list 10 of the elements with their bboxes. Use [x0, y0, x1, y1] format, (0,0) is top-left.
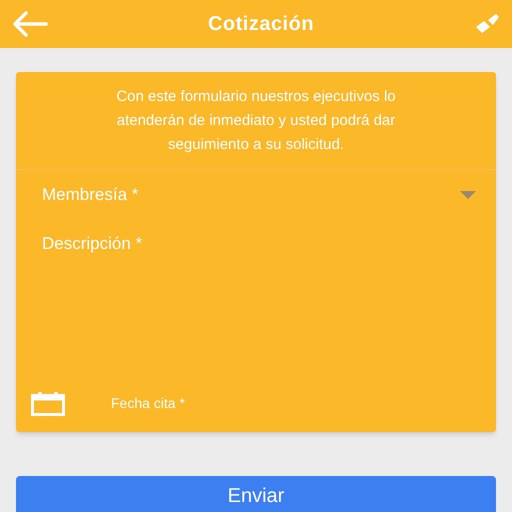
calendar-icon — [31, 390, 65, 416]
date-field[interactable]: Fecha cita * — [16, 374, 496, 432]
description-field[interactable]: Descripción * — [16, 219, 496, 374]
paintbrush-icon[interactable] — [474, 13, 500, 35]
membership-select[interactable]: Membresía * — [16, 169, 496, 219]
intro-text: Con este formulario nuestros ejecutivos lo atenderán de inmediato y usted podrá dar seguimiento a su solicitud. — [115, 87, 397, 155]
caret-icon — [460, 190, 476, 198]
header-title: Cotización — [206, 12, 316, 37]
submit-button[interactable]: Enviar — [16, 476, 496, 512]
back-arrow-icon[interactable] — [12, 11, 48, 37]
